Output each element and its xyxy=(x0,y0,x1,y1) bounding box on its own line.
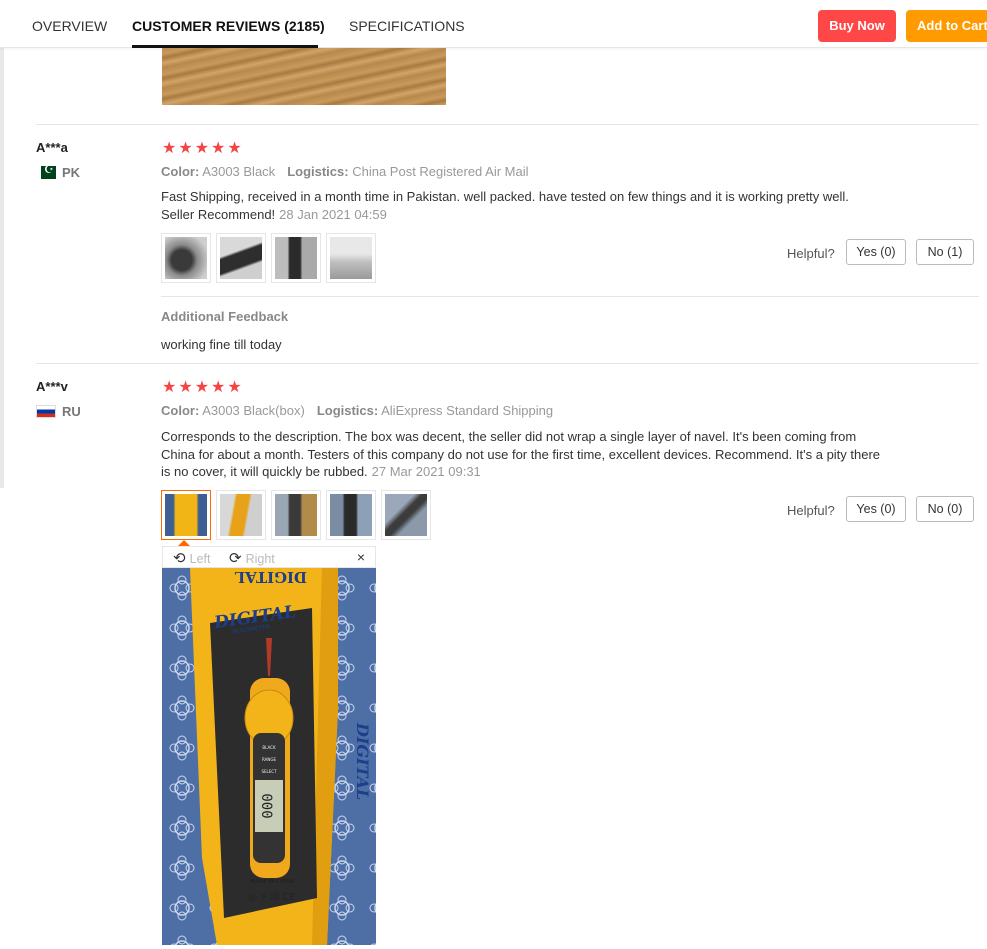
helpful-label: Helpful? xyxy=(787,246,835,261)
review-photo-thumb[interactable] xyxy=(381,490,431,540)
review-text: Corresponds to the description. The box … xyxy=(161,428,881,481)
country-code: PK xyxy=(62,165,81,180)
svg-text:BLACK: BLACK xyxy=(262,745,276,750)
color-value: A3003 Black(box) xyxy=(202,403,305,418)
svg-text:RANGE: RANGE xyxy=(262,757,276,762)
review-photo-thumb[interactable] xyxy=(161,233,211,283)
rotate-left-button[interactable]: ⟲ Left xyxy=(173,549,210,567)
add-to-cart-button[interactable]: Add to Cart xyxy=(906,10,987,42)
review-date: 27 Mar 2021 09:31 xyxy=(371,464,481,479)
svg-text:SELECT: SELECT xyxy=(261,769,277,774)
logistics-value: AliExpress Standard Shipping xyxy=(381,403,554,418)
review-photo-thumb[interactable] xyxy=(271,233,321,283)
helpful-yes-button[interactable]: Yes (0) xyxy=(846,239,906,265)
left-scroll-rail xyxy=(0,48,4,488)
review-photo-thumb[interactable] xyxy=(326,233,376,283)
review-text: Fast Shipping, received in a month time … xyxy=(161,188,861,223)
tab-specifications[interactable]: SPECIFICATIONS xyxy=(349,18,465,34)
rotate-left-icon: ⟲ xyxy=(173,550,186,567)
logistics-value: China Post Registered Air Mail xyxy=(352,164,529,179)
additional-feedback-title: Additional Feedback xyxy=(161,309,289,324)
rotate-right-icon: ⟳ xyxy=(229,550,242,567)
reviewer-country: RU xyxy=(36,404,81,419)
helpful-label: Helpful? xyxy=(787,503,835,518)
review-photo-thumb[interactable] xyxy=(216,233,266,283)
tab-customer-reviews[interactable]: CUSTOMER REVIEWS (2185) xyxy=(132,18,325,34)
rotate-right-button[interactable]: ⟳ Right xyxy=(229,549,275,567)
helpful-no-button[interactable]: No (1) xyxy=(916,239,974,265)
reviewer-country: PK xyxy=(36,163,81,180)
logistics-label: Logistics: xyxy=(287,164,349,179)
multimeter-photo: 000 BLACK RANGE SELECT DIGITAL DIGITAL M… xyxy=(162,568,376,945)
review-photo-large[interactable]: 000 BLACK RANGE SELECT DIGITAL DIGITAL M… xyxy=(162,568,376,945)
previous-review-photo[interactable] xyxy=(162,48,446,105)
helpful-yes-button[interactable]: Yes (0) xyxy=(846,496,906,522)
color-value: A3003 Black xyxy=(202,164,276,179)
svg-text:MADE IN CHINA: MADE IN CHINA xyxy=(250,879,294,885)
helpful-no-button[interactable]: No (0) xyxy=(916,496,974,522)
review-meta: Color: A3003 Black(box) Logistics: AliExp… xyxy=(161,403,553,418)
review-photo-thumb-selected[interactable] xyxy=(161,490,211,540)
product-tab-bar: OVERVIEW CUSTOMER REVIEWS (2185) SPECIFI… xyxy=(0,4,987,48)
review-body: Corresponds to the description. The box … xyxy=(161,429,881,479)
pakistan-flag-icon xyxy=(36,163,56,179)
logistics-label: Logistics: xyxy=(316,403,379,418)
close-icon[interactable]: × xyxy=(357,549,365,565)
review-photo-thumb[interactable] xyxy=(216,490,266,540)
color-label: Color: xyxy=(161,164,200,179)
reviewer-name: A***a xyxy=(36,140,68,155)
review-photo-thumb[interactable] xyxy=(326,490,376,540)
russia-flag-icon xyxy=(36,405,56,418)
tab-overview[interactable]: OVERVIEW xyxy=(32,18,107,34)
additional-feedback-text: working fine till today xyxy=(161,337,282,352)
color-label: Color: xyxy=(161,403,200,418)
reviewer-name: A***v xyxy=(36,379,68,394)
country-code: RU xyxy=(62,404,81,419)
rotate-left-label: Left xyxy=(189,552,211,566)
additional-feedback-divider xyxy=(161,296,979,297)
svg-text:DIGITAL: DIGITAL xyxy=(234,568,307,586)
star-rating: ★★★★★ xyxy=(162,140,244,157)
review-photo-thumb[interactable] xyxy=(271,490,321,540)
review-divider xyxy=(36,124,979,125)
star-rating: ★★★★★ xyxy=(162,379,244,396)
svg-text:DIGITAL: DIGITAL xyxy=(353,722,372,800)
svg-text:◎ ⚡ ☒ CE: ◎ ⚡ ☒ CE xyxy=(248,892,296,903)
image-viewer-toolbar: ⟲ Left ⟳ Right × xyxy=(162,546,376,568)
svg-text:000: 000 xyxy=(258,793,274,818)
review-meta: Color: A3003 Black Logistics: China Post … xyxy=(161,164,529,179)
review-body: Fast Shipping, received in a month time … xyxy=(161,189,849,222)
review-divider xyxy=(36,363,979,364)
rotate-right-label: Right xyxy=(245,552,275,566)
review-date: 28 Jan 2021 04:59 xyxy=(279,206,387,222)
buy-now-button[interactable]: Buy Now xyxy=(818,10,896,42)
